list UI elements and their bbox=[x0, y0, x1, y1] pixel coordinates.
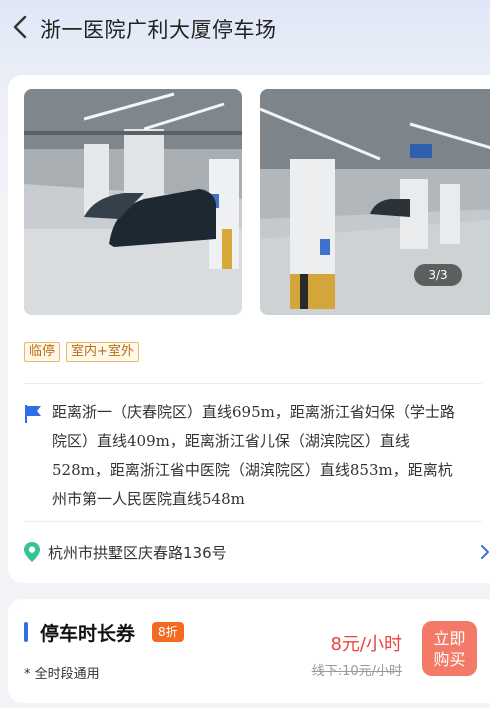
section-accent-bar bbox=[24, 622, 28, 642]
buy-now-label: 立即购买 bbox=[433, 628, 466, 669]
coupon-price: 8元/小时 bbox=[330, 634, 402, 655]
parking-photo-1[interactable] bbox=[24, 89, 242, 315]
divider bbox=[24, 383, 482, 384]
discount-badge: 8折 bbox=[152, 622, 184, 642]
coupon-title: 停车时长券 bbox=[40, 623, 136, 645]
address-text[interactable]: 杭州市拱墅区庆春路136号 bbox=[48, 542, 227, 563]
usage-note: * 全时段通用 bbox=[24, 667, 100, 682]
distance-description: 距离浙一（庆春院区）直线695m，距离浙江省妇保（学士路院区）直线409m，距离… bbox=[52, 403, 455, 508]
header-bar: 浙一医院广利大厦停车场 bbox=[0, 0, 490, 56]
gallery-pager: 3/3 bbox=[414, 264, 462, 286]
divider bbox=[24, 521, 482, 522]
tag-indoor-outdoor: 室内+室外 bbox=[66, 342, 139, 362]
chevron-right-icon[interactable] bbox=[480, 544, 490, 560]
coupon-card: 停车时长券 8折 * 全时段通用 8元/小时 线下:10元/小时 立即购买 bbox=[8, 599, 490, 703]
location-pin-icon bbox=[24, 542, 40, 562]
buy-now-button[interactable]: 立即购买 bbox=[422, 621, 477, 676]
original-price: 线下:10元/小时 bbox=[311, 664, 402, 679]
tag-list: 临停 室内+室外 bbox=[24, 342, 139, 362]
back-button[interactable] bbox=[8, 12, 32, 42]
parking-info-card: 3/3 临停 室内+室外 距离浙一（庆春院区）直线695m，距离浙江省妇保（学士… bbox=[8, 75, 490, 583]
chevron-left-icon bbox=[13, 15, 27, 39]
flag-icon bbox=[25, 405, 41, 423]
photo-gallery[interactable]: 3/3 bbox=[24, 89, 490, 315]
tag-temporary-parking: 临停 bbox=[24, 342, 61, 362]
page-title: 浙一医院广利大厦停车场 bbox=[40, 18, 277, 42]
